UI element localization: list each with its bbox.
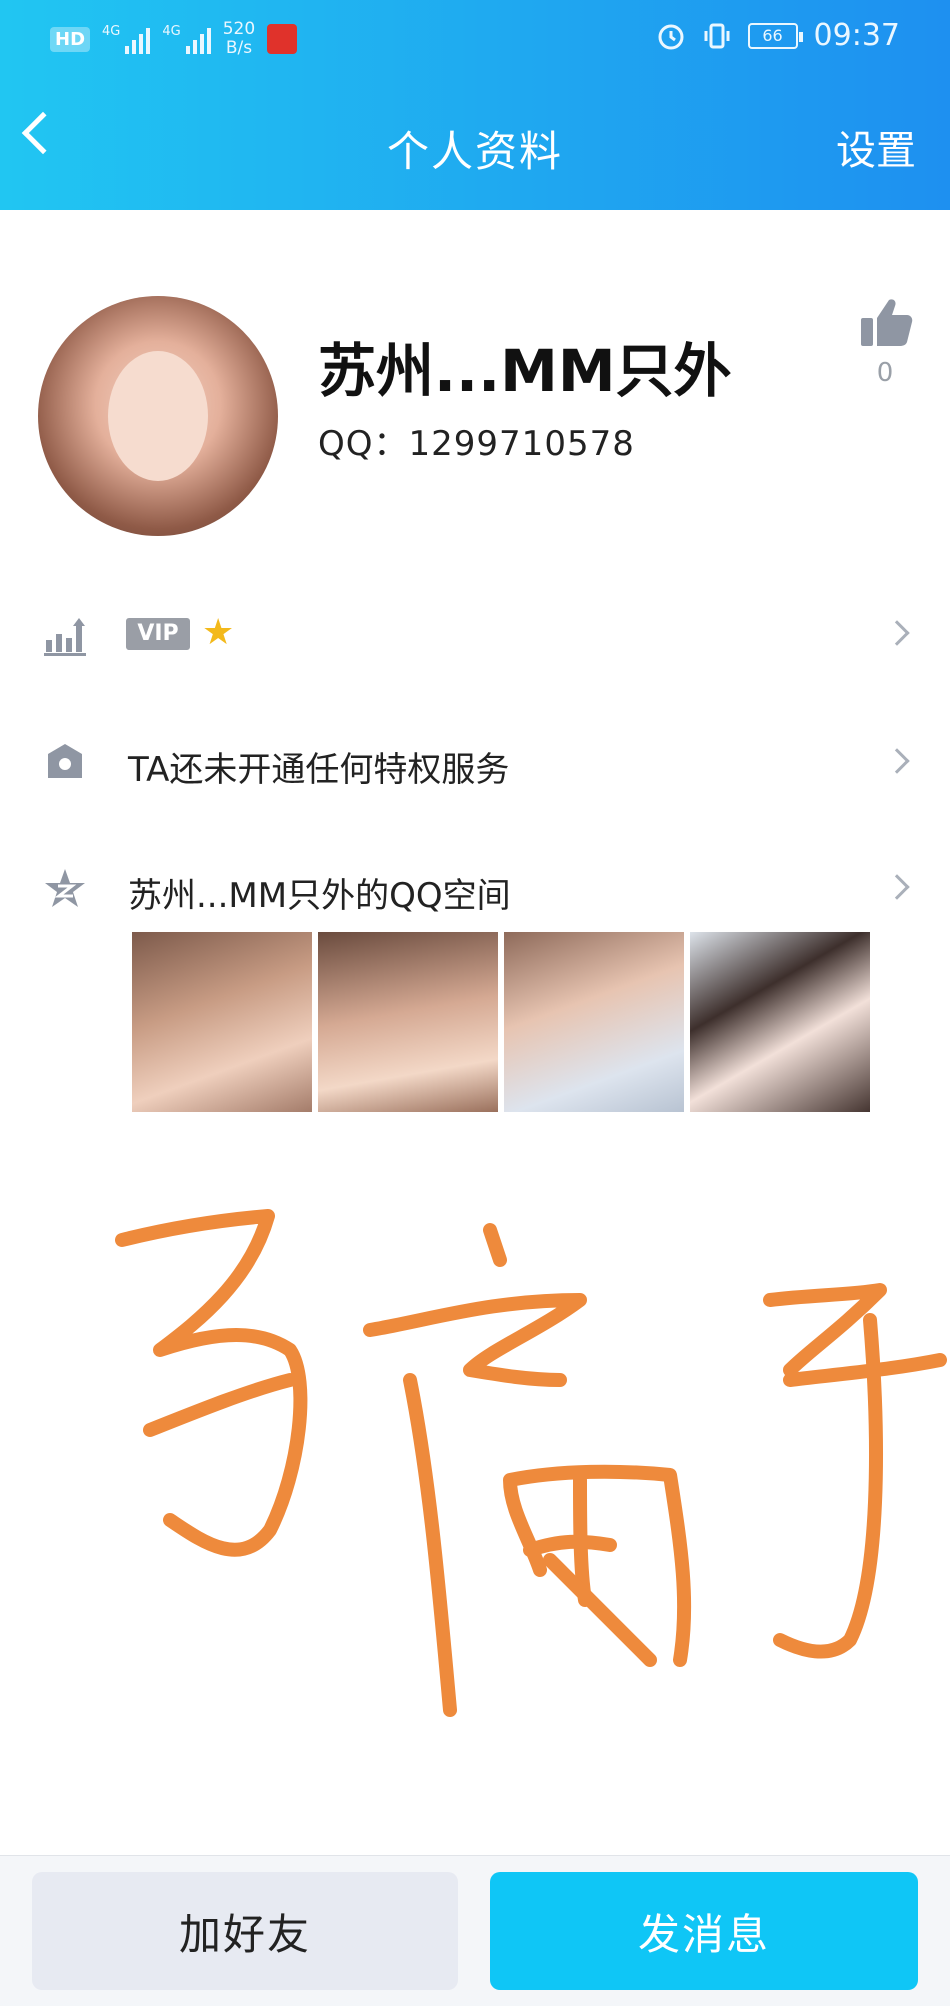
hd-badge: HD bbox=[50, 26, 91, 52]
handwritten-scribble-overlay bbox=[115, 1209, 947, 1717]
profile-qq-number: QQ：1299710578 bbox=[318, 424, 635, 464]
top-header: HD 4G 4G 520 B/s 66 09:37 个人资料 设置 bbox=[0, 0, 950, 210]
chevron-right-icon bbox=[884, 748, 910, 774]
status-bar: HD 4G 4G 520 B/s 66 09:37 bbox=[0, 0, 950, 82]
vip-badge: VIP bbox=[126, 618, 190, 650]
network-type-label: 4G bbox=[102, 24, 121, 39]
notification-app-icon bbox=[267, 24, 298, 54]
vibrate-icon bbox=[704, 23, 730, 48]
qzone-text: 苏州...MM只外的QQ空间 bbox=[128, 876, 511, 916]
vip-level-row[interactable]: VIP ★ bbox=[0, 596, 950, 676]
status-left: HD 4G 4G 520 B/s bbox=[50, 20, 298, 58]
privilege-row[interactable]: TA还未开通任何特权服务 bbox=[0, 724, 950, 804]
alarm-icon bbox=[658, 24, 684, 49]
bottom-action-bar: 加好友 发消息 bbox=[0, 1855, 950, 2006]
qzone-photo[interactable] bbox=[318, 932, 498, 1112]
qzone-photo[interactable] bbox=[504, 932, 684, 1112]
status-right: 66 09:37 bbox=[656, 18, 900, 53]
clock: 09:37 bbox=[813, 18, 900, 53]
network-speed-unit: B/s bbox=[225, 38, 253, 58]
level-chart-icon bbox=[44, 618, 86, 656]
network-speed-value: 520 bbox=[222, 19, 256, 39]
vip-star-icon: ★ bbox=[202, 612, 235, 653]
profile-username: 苏州...MM只外 bbox=[318, 337, 732, 405]
avatar[interactable] bbox=[38, 296, 278, 536]
qzone-row[interactable]: 苏州...MM只外的QQ空间 bbox=[0, 850, 950, 930]
crown-badge-icon bbox=[48, 744, 82, 778]
qzone-photo[interactable] bbox=[132, 932, 312, 1112]
battery-icon: 66 bbox=[747, 22, 803, 49]
privilege-text: TA还未开通任何特权服务 bbox=[128, 750, 510, 790]
avatar-face bbox=[108, 351, 208, 481]
like-button[interactable]: 0 bbox=[850, 292, 920, 388]
network-speed: 520 B/s bbox=[223, 20, 255, 58]
settings-button[interactable]: 设置 bbox=[836, 118, 916, 176]
chevron-right-icon bbox=[884, 874, 910, 900]
network-type-label-2: 4G bbox=[162, 24, 181, 39]
qzone-star-icon bbox=[45, 869, 85, 907]
add-friend-button[interactable]: 加好友 bbox=[32, 1872, 458, 1990]
signal-strength-icon: 4G bbox=[102, 24, 151, 54]
qzone-photo-strip bbox=[132, 932, 870, 1112]
page-title: 个人资料 bbox=[386, 127, 563, 176]
like-count: 0 bbox=[876, 358, 894, 388]
chevron-right-icon bbox=[884, 620, 910, 646]
qzone-photo[interactable] bbox=[690, 932, 870, 1112]
send-message-button[interactable]: 发消息 bbox=[490, 1872, 918, 1990]
thumbs-up-icon bbox=[861, 299, 913, 346]
signal-strength-icon-2: 4G bbox=[162, 24, 211, 54]
